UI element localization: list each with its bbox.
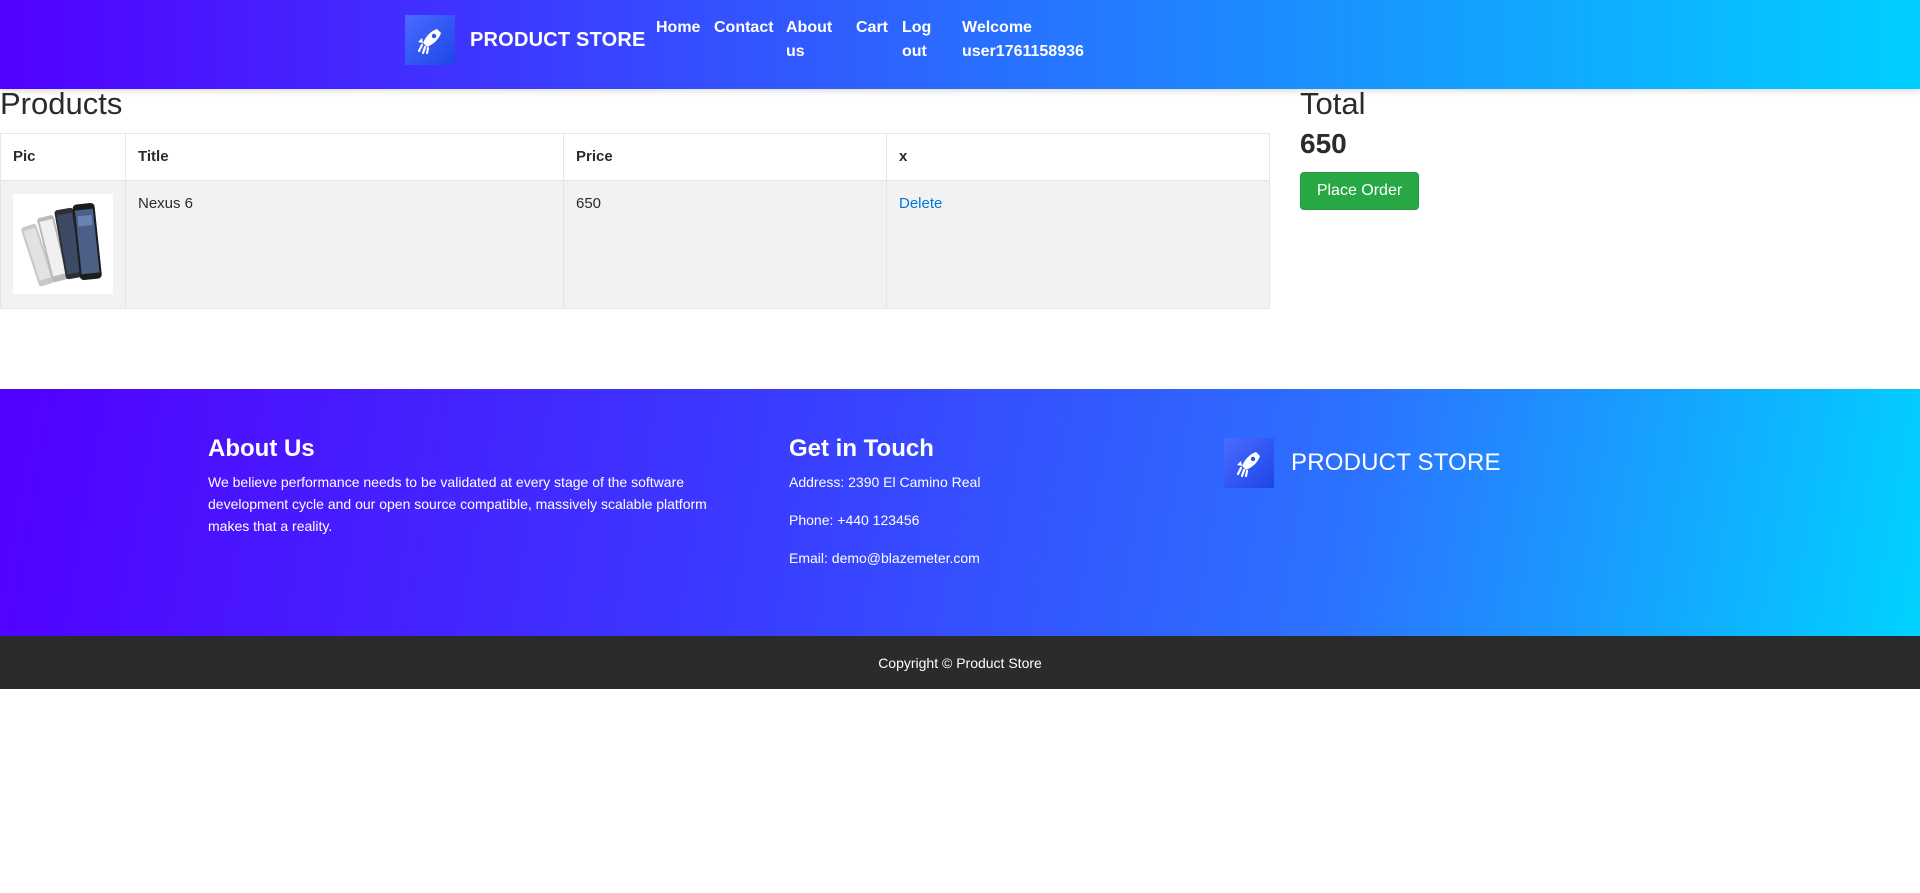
nav-home[interactable]: Home [656,16,700,40]
nav-about-us[interactable]: About us [786,16,838,64]
about-heading: About Us [208,435,315,462]
product-action-cell: Delete [886,180,1270,309]
footer: About Us We believe performance needs to… [0,389,1920,636]
place-order-button[interactable]: Place Order [1300,172,1419,210]
cart-table: Pic Title Price x Nexus 6 650 Delete [0,133,1270,309]
navbar: PRODUCT STORE Home Contact About us Cart… [0,0,1920,89]
nav-log-out[interactable]: Log out [902,16,936,64]
nav-contact[interactable]: Contact [714,16,774,40]
about-text: We believe performance needs to be valid… [208,474,707,534]
header-pic: Pic [0,133,126,181]
table-row: Nexus 6 650 Delete [0,180,1270,309]
products-title: Products [0,86,123,121]
total-label: Total [1300,86,1366,121]
footer-brand-name: PRODUCT STORE [1291,449,1501,476]
rocket-logo-icon [1224,438,1274,488]
footer-contact: Get in Touch Address: 2390 El Camino Rea… [789,435,1109,585]
rocket-logo-icon [405,15,455,65]
footer-about: About Us We believe performance needs to… [208,435,728,537]
nav-cart[interactable]: Cart [856,16,888,40]
navbar-brand[interactable]: PRODUCT STORE [405,15,646,65]
brand-name: PRODUCT STORE [470,28,646,51]
contact-address: Address: 2390 El Camino Real [789,474,981,490]
product-title: Nexus 6 [125,180,564,309]
header-x: x [886,133,1270,181]
contact-email: Email: demo@blazemeter.com [789,550,980,566]
header-price: Price [563,133,887,181]
copyright-bar: Copyright © Product Store [0,636,1920,689]
table-header-row: Pic Title Price x [0,133,1270,181]
copyright-text: Copyright © Product Store [878,654,1042,671]
phones-image [13,194,113,294]
contact-phone: Phone: +440 123456 [789,512,920,528]
header-title: Title [125,133,564,181]
product-pic-cell [0,180,126,309]
footer-brand: PRODUCT STORE [1224,438,1501,488]
contact-heading: Get in Touch [789,435,934,462]
total-value: 650 [1300,128,1347,159]
delete-link[interactable]: Delete [899,195,942,212]
product-price: 650 [563,180,887,309]
nav-welcome-user[interactable]: Welcome user1761158936 [962,16,1102,64]
